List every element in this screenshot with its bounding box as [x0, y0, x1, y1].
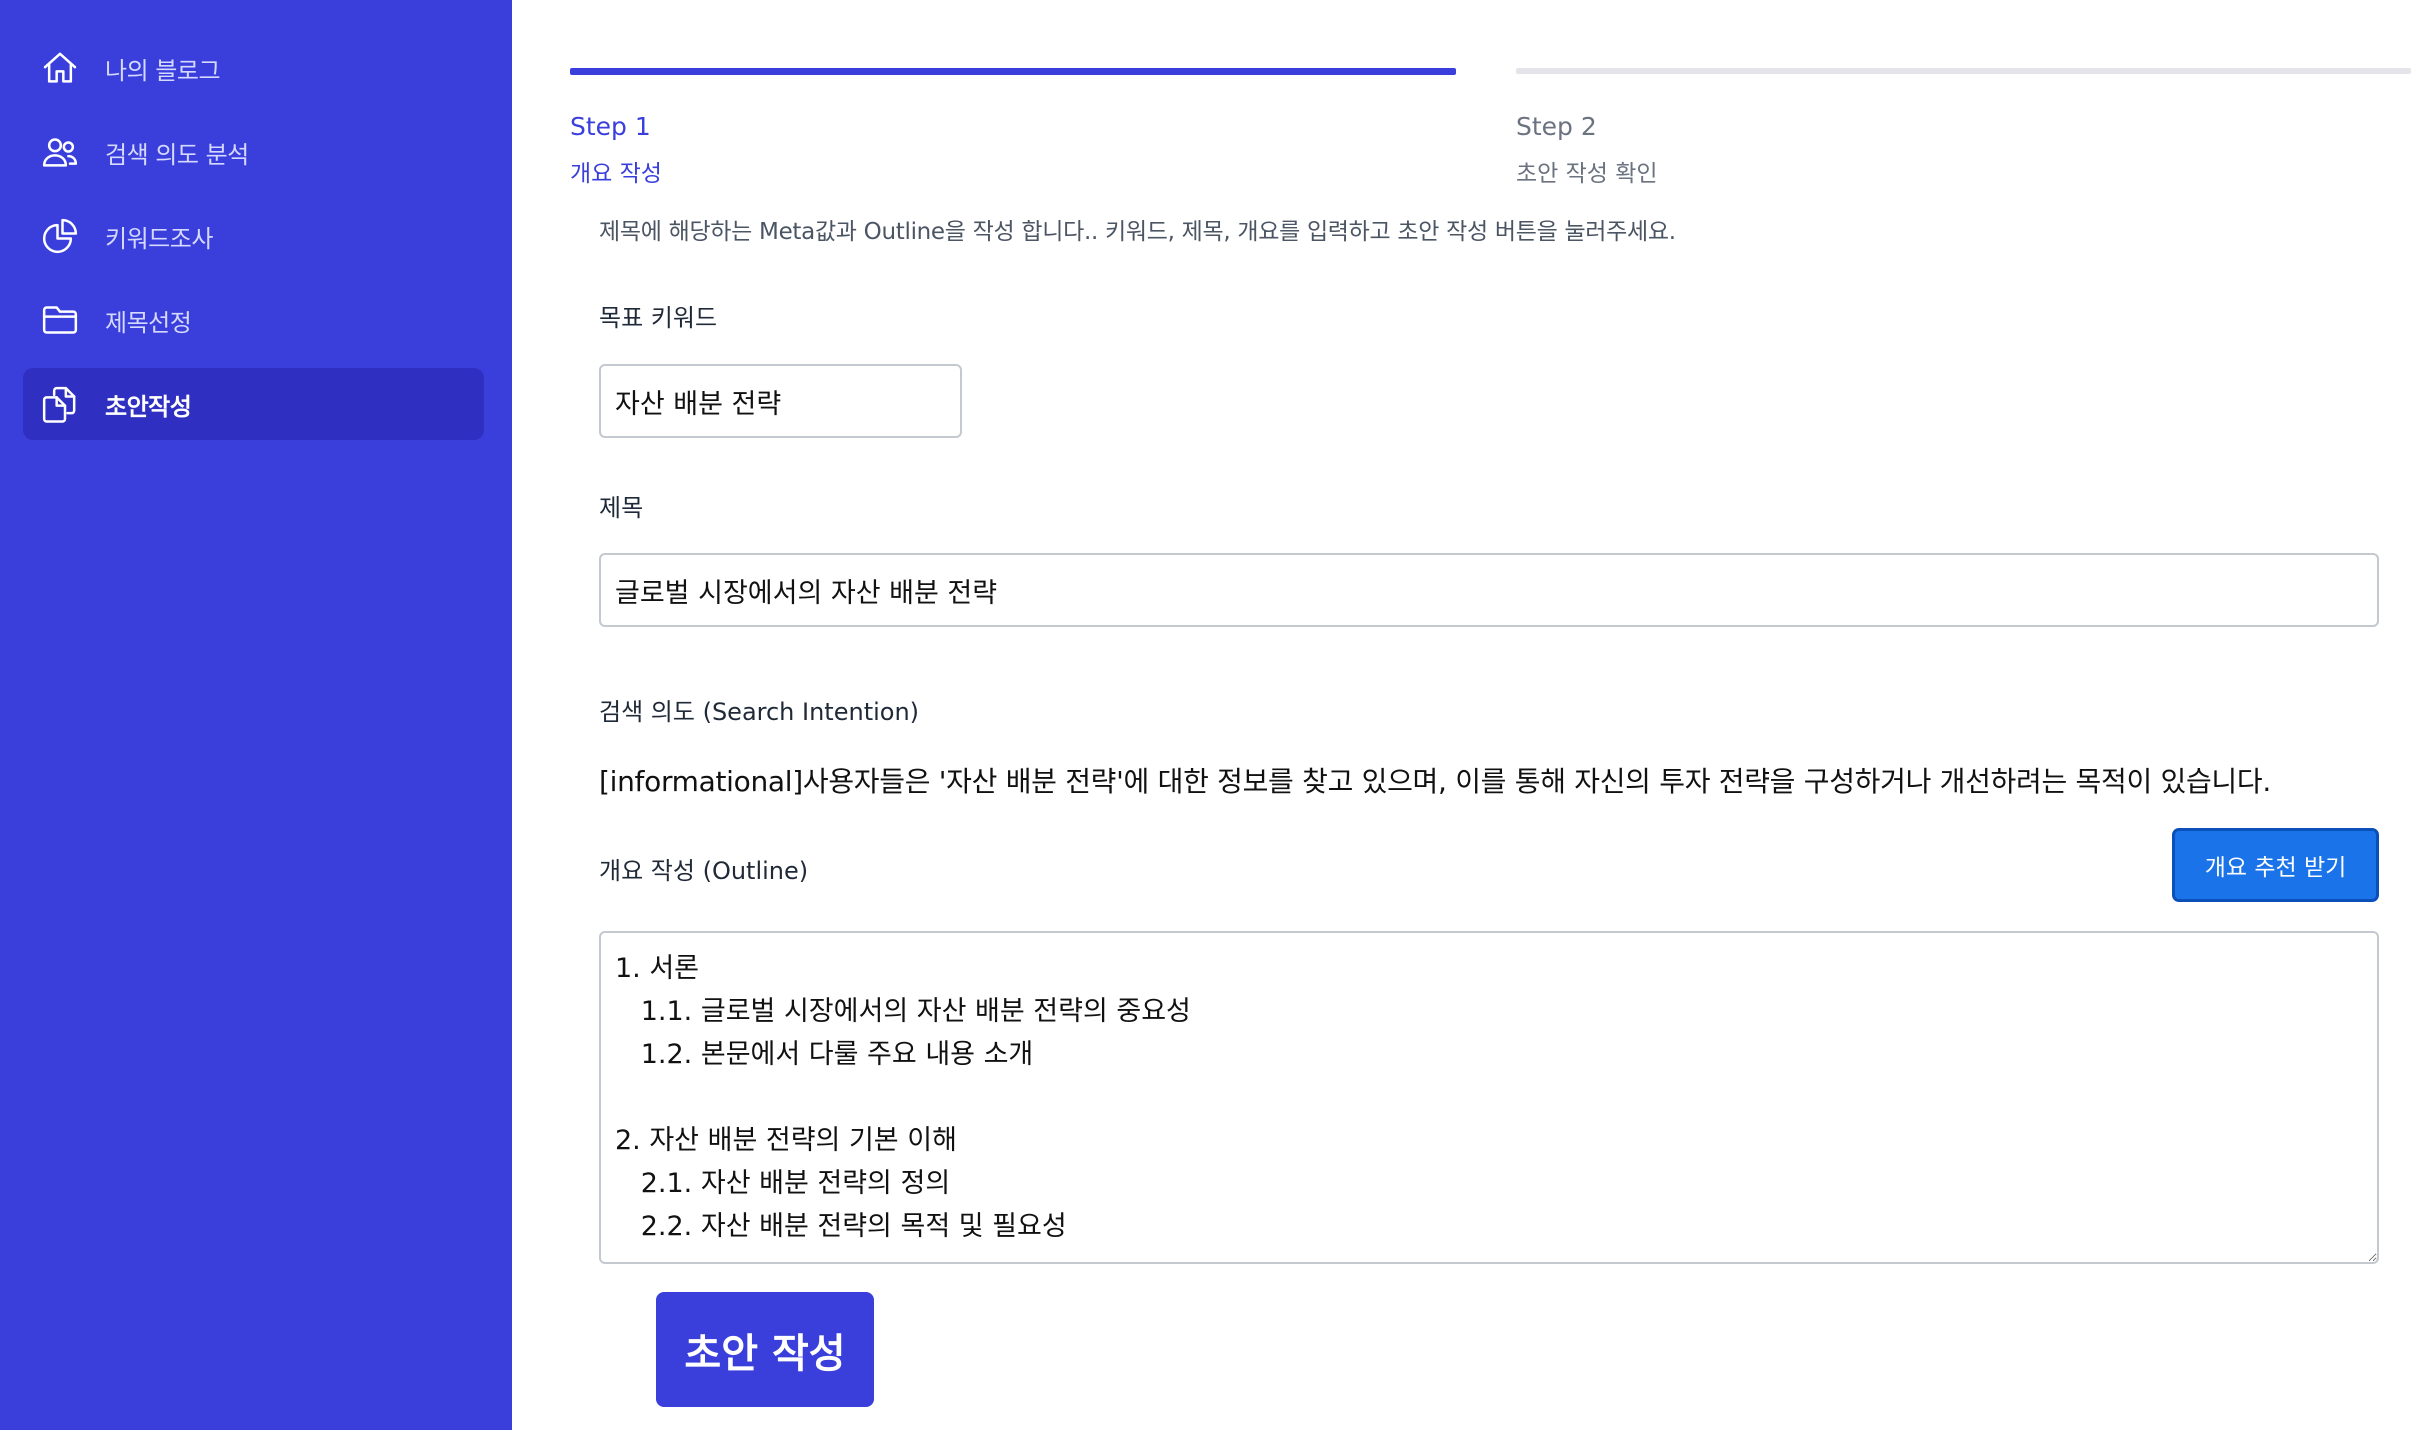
title-label: 제목	[599, 494, 644, 522]
keyword-input[interactable]	[599, 364, 962, 438]
keyword-label: 목표 키워드	[599, 304, 718, 332]
search-intent-label: 검색 의도 (Search Intention)	[599, 698, 920, 726]
outline-label: 개요 작성 (Outline)	[599, 857, 809, 885]
sidebar-item-my-blog[interactable]: 나의 블로그	[23, 32, 484, 104]
form-description: 제목에 해당하는 Meta값과 Outline을 작성 합니다.. 키워드, 제…	[599, 219, 1676, 245]
sidebar-item-label: 초안작성	[105, 392, 192, 421]
sidebar-item-label: 나의 블로그	[105, 56, 221, 85]
folder-icon	[39, 299, 81, 341]
pie-chart-icon	[39, 215, 81, 257]
users-icon	[39, 131, 81, 173]
sidebar-item-label: 제목선정	[105, 308, 192, 337]
home-icon	[39, 47, 81, 89]
suggest-outline-button[interactable]: 개요 추천 받기	[2172, 828, 2379, 902]
sidebar-item-search-intent[interactable]: 검색 의도 분석	[23, 116, 484, 188]
step1-title: Step 1	[570, 112, 651, 141]
main-content: Step 1 개요 작성 Step 2 초안 작성 확인 제목에 해당하는 Me…	[512, 0, 2434, 1430]
sidebar-item-label: 검색 의도 분석	[105, 140, 249, 169]
step1-subtitle: 개요 작성	[570, 161, 662, 187]
create-draft-button[interactable]: 초안 작성	[656, 1292, 874, 1407]
title-input[interactable]	[599, 553, 2379, 627]
documents-icon	[39, 383, 81, 425]
step2-title: Step 2	[1516, 112, 1597, 141]
step2-subtitle: 초안 작성 확인	[1516, 161, 1658, 187]
sidebar-item-label: 키워드조사	[105, 224, 213, 253]
sidebar-item-title-selection[interactable]: 제목선정	[23, 284, 484, 356]
step2-progress-bar	[1516, 68, 2411, 74]
outline-textarea[interactable]: 1. 서론 1.1. 글로벌 시장에서의 자산 배분 전략의 중요성 1.2. …	[599, 931, 2379, 1264]
sidebar: 나의 블로그 검색 의도 분석 키워드조사 제목선정 초안작성	[0, 0, 512, 1430]
sidebar-item-keyword-research[interactable]: 키워드조사	[23, 200, 484, 272]
step1-progress-bar	[570, 68, 1456, 75]
sidebar-item-draft-writing[interactable]: 초안작성	[23, 368, 484, 440]
search-intent-text: [informational]사용자들은 '자산 배분 전략'에 대한 정보를 …	[599, 765, 2271, 798]
